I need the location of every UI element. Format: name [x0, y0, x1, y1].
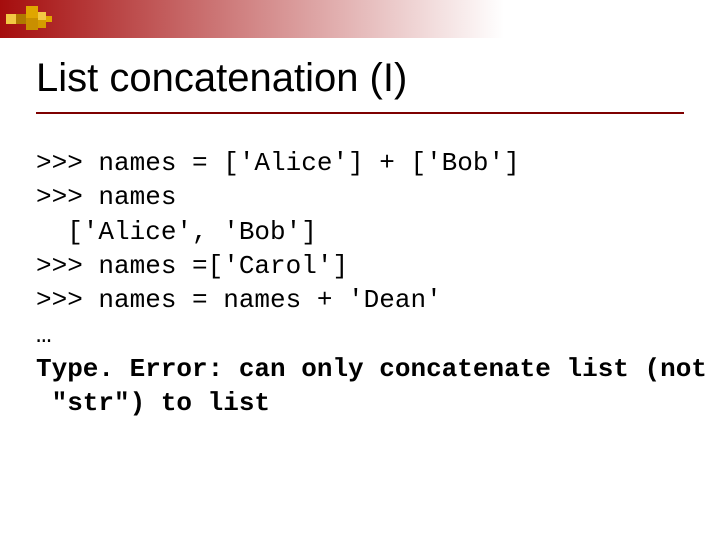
code-line: >>> names = ['Alice'] + ['Bob']: [36, 148, 520, 178]
code-line: >>> names: [36, 182, 176, 212]
code-line: ['Alice', 'Bob']: [36, 217, 317, 247]
code-line: >>> names =['Carol']: [36, 251, 348, 281]
title-underline: [36, 112, 684, 114]
top-accent-band: [0, 0, 720, 38]
slide-title: List concatenation (I): [36, 56, 407, 101]
code-line: Type. Error: can only concatenate list (…: [36, 354, 707, 384]
code-line: …: [36, 320, 52, 350]
pixel-logo: [6, 6, 66, 36]
code-block: >>> names = ['Alice'] + ['Bob'] >>> name…: [36, 146, 710, 421]
code-line: "str") to list: [36, 388, 270, 418]
code-line: >>> names = names + 'Dean': [36, 285, 442, 315]
